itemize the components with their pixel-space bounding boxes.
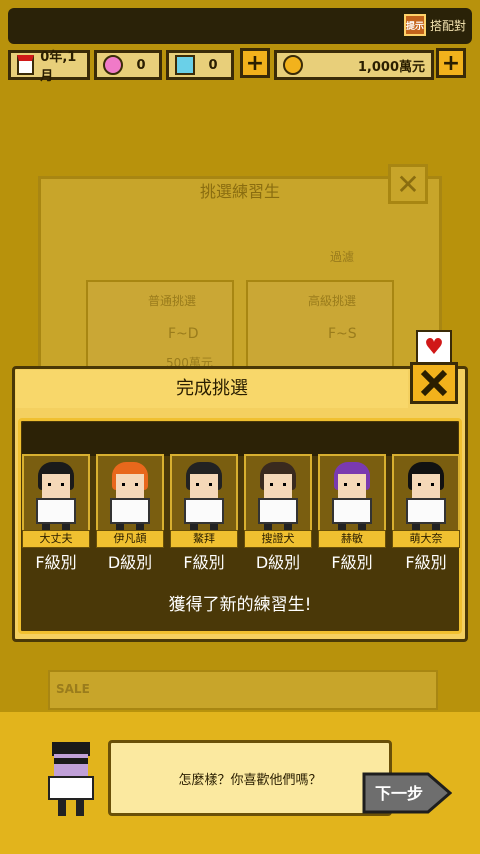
result-message: 獲得了新的練習生!: [168, 595, 312, 615]
normal-draw-label: 普通挑選: [148, 294, 197, 308]
trainee-name: 赫敏: [318, 530, 386, 548]
premium-draw-label: 高級挑選: [308, 294, 357, 308]
trainee-sprite-part: [110, 498, 150, 524]
heart-icon: ♥: [416, 330, 452, 364]
trainee-grade: D級別: [255, 553, 301, 572]
trainee-sprite-part: [418, 483, 434, 486]
trainee-sprite-part: [338, 474, 366, 498]
trainee-grade: F級別: [331, 553, 373, 572]
trainee-sprite-part: [42, 474, 70, 498]
trainee-sprite-part: [332, 498, 372, 524]
trainee-name: 大丈夫: [22, 530, 90, 548]
close-button[interactable]: [410, 362, 458, 404]
trainee-sprite-part: [412, 474, 440, 498]
blue-gem-value: 0: [208, 57, 218, 73]
trainee-sprite-part: [406, 498, 446, 524]
trainee-panel-header: [22, 422, 458, 456]
trainee-name: 搜證犬: [244, 530, 312, 548]
calendar-icon: [17, 55, 35, 75]
trainee-sprite-part: [184, 498, 224, 524]
trainee-sprite-part: [196, 483, 212, 486]
background-dialog-title: 挑選練習生: [199, 182, 280, 201]
dialogue-text: 怎麼樣？你喜歡他們嗎？: [178, 772, 322, 788]
trainee-sprite-part: [36, 498, 76, 524]
trainee-sprite-part: [48, 483, 64, 486]
manager-avatar: [44, 742, 98, 816]
add-gems-button[interactable]: +: [240, 48, 270, 78]
trainee-sprite-part: [264, 474, 292, 498]
pink-gem-icon: [103, 55, 123, 75]
add-money-button[interactable]: +: [436, 48, 466, 78]
filter-label: 過濾: [330, 250, 355, 264]
blue-gem-icon: [175, 55, 195, 75]
normal-draw-panel: 普通挑選 F~D 500萬元: [86, 280, 234, 370]
next-label: 下一步: [374, 784, 423, 803]
trainee-sprite-part: [270, 483, 286, 486]
sale-label: SALE: [56, 682, 90, 696]
top-bar: [8, 8, 472, 44]
pink-gem-value: 0: [136, 57, 146, 73]
premium-draw-grade: F~S: [328, 326, 357, 342]
coin-icon: [283, 55, 303, 75]
date-display: 0年,1月: [8, 50, 90, 84]
pink-gem-counter: 0: [94, 50, 162, 80]
blue-gem-counter: 0: [166, 50, 234, 80]
trainee-sprite-part: [122, 483, 138, 486]
dialogue-bubble: 怎麼樣？你喜歡他們嗎？: [108, 740, 392, 816]
trainee-sprite-part: [190, 474, 218, 498]
trainee-sprite-part: [344, 483, 360, 486]
trainee-grade: F級別: [405, 553, 447, 572]
money-value: 1,000萬元: [357, 59, 425, 75]
sale-banner: SALE: [48, 670, 438, 710]
pair-label: 搭配對: [429, 18, 466, 33]
trainee-name: 伊凡頡: [96, 530, 164, 548]
trainee-sprite-part: [258, 498, 298, 524]
trainee-sprite-part: [116, 474, 144, 498]
trainee-name: 萌大奈: [392, 530, 460, 548]
close-icon: [420, 369, 448, 397]
trainee-grade: D級別: [107, 553, 153, 572]
premium-draw-panel: 高級挑選 F~S: [246, 280, 394, 370]
trainee-grade: F級別: [183, 553, 225, 572]
next-button[interactable]: 下一步: [362, 772, 453, 814]
date-value: 0年,1月: [40, 50, 77, 84]
hint-icon: 提示: [403, 14, 426, 36]
modal-title: 完成挑選: [176, 378, 248, 399]
pair-button[interactable]: 提示 搭配對: [403, 14, 466, 36]
trainee-grade: F級別: [35, 553, 77, 572]
money-counter: 1,000萬元: [274, 50, 434, 80]
trainee-name: 鰲拜: [170, 530, 238, 548]
background-close-icon: ✕: [388, 164, 428, 204]
normal-draw-grade: F~D: [168, 326, 199, 342]
